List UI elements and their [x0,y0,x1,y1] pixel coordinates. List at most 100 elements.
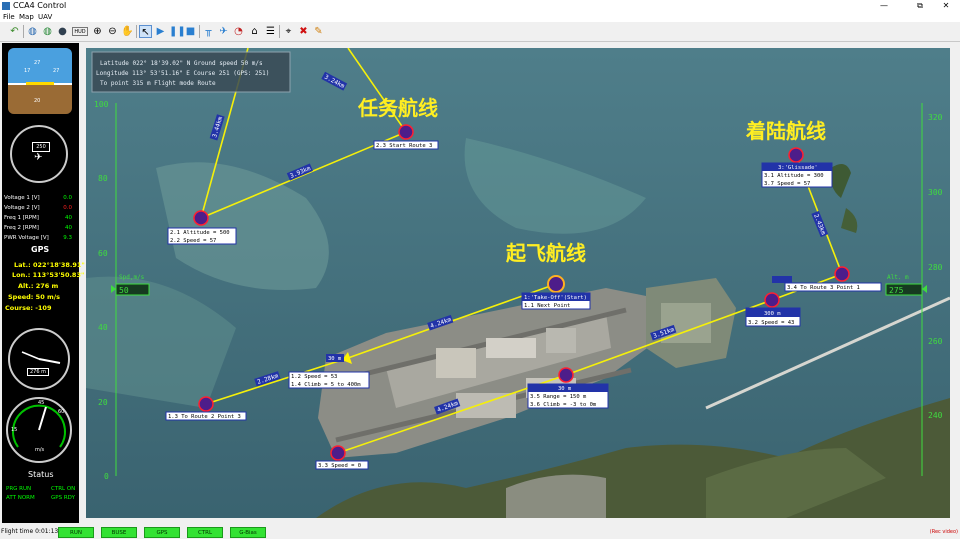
status-header: Status [28,470,54,479]
globe-refresh-icon[interactable]: ◍ [41,25,54,38]
speed-tick-left: 15 [11,427,18,433]
speed-tick: 20 [98,398,108,407]
close-button[interactable]: ✕ [932,0,960,12]
telemetry-row: PWR Voltage [V] 9.3 [4,235,72,241]
speed-tick: 80 [98,174,108,183]
status-gps-button[interactable]: GPS [144,527,180,538]
waypoint-icon[interactable]: ⌖ [282,25,295,38]
pitch-label-mid: 17 [24,68,31,74]
telemetry-row: Freq 2 [RPM] 40 [4,225,72,231]
waypoint-label: 3.5 Range = 150 m [530,394,587,400]
speed-tick: 40 [98,323,108,332]
menu-bar: File Map UAV [0,12,960,22]
aircraft-symbol-icon [26,82,54,85]
speed-scale-label: Spd,m/s [119,274,145,281]
waypoint-label: 30 m [328,356,342,362]
status-panel: Status PRG RUN CTRL ON ATT NORM GPS RDY [4,468,78,520]
gps-header: GPS [31,245,50,254]
delete-icon[interactable]: ✖ [297,25,310,38]
speed-unit: m/s [35,447,45,453]
waypoint-label: 1.1 Next Point [524,303,570,309]
telemetry-row: Voltage 1 [V] 0.0 [4,195,72,201]
gps-alt: Alt.: 276 m [18,282,59,290]
radar-icon[interactable]: ◔ [232,25,245,38]
waypoint-label: 1.4 Climb = 5 to 400m [291,382,361,388]
waypoint-marker[interactable] [193,210,209,226]
altimeter-readout: 276 m [27,368,50,376]
waypoint-label: 1.3 To Route 2 Point 3 [168,414,241,420]
flight-time: Flight time 0:01:13 [1,528,59,535]
waypoint-label: 2.3 Start Route 3 [376,143,432,149]
map-info-line: To point 315 m Flight mode Route [100,80,216,87]
waypoint-label: 3.4 To Route 3 Point 1 [787,285,860,291]
home-icon[interactable]: ⌂ [248,25,261,38]
waypoint-label: 3.3 Speed = 0 [318,463,361,469]
waypoint-marker[interactable] [788,147,804,163]
map-info-line: Longitude 113° 53'51.16" E Course 251 (G… [96,70,269,77]
plane-icon[interactable]: ✈ [217,25,230,38]
cursor-icon[interactable]: ↖ [139,25,152,38]
waypoint-label: 3:'Glissade' [778,165,818,171]
hand-icon[interactable]: ✋ [121,25,134,38]
alt-tick: 240 [928,411,943,420]
menu-map[interactable]: Map [19,12,34,22]
pause-icon[interactable]: ❚❚ [169,25,186,38]
waypoint-label: 1:'Take-Off'(Start) [524,295,587,301]
waypoint-marker[interactable] [198,396,214,412]
attitude-indicator: 27 17 27 20 [8,48,72,114]
pitch-label-top: 27 [34,60,41,66]
back-arrow-icon[interactable]: ↶ [8,25,21,38]
waypoint-label: 1.2 Speed = 53 [291,374,337,380]
alt-tick: 320 [928,113,943,122]
gps-lon: Lon.: 113°53'50.83" [12,271,85,279]
waypoint-marker[interactable] [834,266,850,282]
waypoint-label: 2.1 Altitude = 500 [170,230,230,236]
waypoint-marker[interactable] [558,367,574,383]
stop-icon[interactable]: ■ [184,25,197,38]
waypoint-marker[interactable] [330,445,346,461]
status-gps: GPS RDY [51,495,75,501]
waypoint-marker[interactable] [764,292,780,308]
globe-icon[interactable]: ◍ [26,25,39,38]
landing-route-annotation: 着陆航线 [745,119,826,143]
altimeter-gauge: 276 m [8,328,70,390]
alt-tick: 300 [928,188,943,197]
speed-tick: 100 [94,100,109,109]
globe-dark-icon[interactable]: ● [56,25,69,38]
menu-uav[interactable]: UAV [38,12,52,22]
speed-tick: 0 [104,472,109,481]
status-buse-button[interactable]: BUSE [101,527,137,538]
waypoint-label: 300 m [764,311,781,317]
takeoff-marker[interactable] [547,275,565,293]
gps-panel: GPS Lat.: 022°18'38.91" Lon.: 113°53'50.… [4,245,85,320]
telemetry-row: Voltage 2 [V] 0.0 [4,205,72,211]
alt-tick: 280 [928,263,943,272]
status-gbias-button[interactable]: G-Bias [230,527,266,538]
play-icon[interactable]: ▶ [154,25,167,38]
gps-speed: Speed: 50 m/s [8,293,60,301]
gps-lat: Lat.: 022°18'38.91" [14,261,85,269]
zoom-out-icon[interactable]: ⊖ [106,25,119,38]
status-ctrl-button[interactable]: CTRL [187,527,223,538]
tower-icon[interactable]: ╥ [202,25,215,38]
edit-icon[interactable]: ✎ [312,25,325,38]
zoom-in-icon[interactable]: ⊕ [91,25,104,38]
telemetry-row: Freq 1 [RPM] 40 [4,215,72,221]
list-icon[interactable]: ☰ [264,25,277,38]
hud-icon[interactable]: HUD [72,27,88,36]
speed-tick: 60 [98,249,108,258]
menu-file[interactable]: File [3,12,15,22]
waypoint-label: 2.2 Speed = 57 [170,238,216,244]
minimize-button[interactable]: — [870,0,898,12]
pitch-label-bottom: 20 [34,98,41,104]
mission-route-annotation: 任务航线 [357,96,438,120]
takeoff-route-annotation: 起飞航线 [505,241,586,265]
status-prg: PRG RUN [6,486,32,492]
toolbar: ↶ ◍ ◍ ● HUD ⊕ ⊖ ✋ ↖ ▶ ❚❚ ■ ╥ ✈ ◔ ⌂ ☰ ⌖ ✖… [0,22,960,42]
waypoint-marker[interactable] [398,124,414,140]
waypoint-label: 3.7 Speed = 57 [764,181,810,187]
status-run-button[interactable]: RUN [58,527,94,538]
map-view[interactable]: 3.24km 3.44km 3.93km 2.43km 3.51km 4.24k… [86,48,950,518]
speed-tick-max: 45 [38,400,45,406]
maximize-button[interactable]: ⧉ [906,0,934,12]
